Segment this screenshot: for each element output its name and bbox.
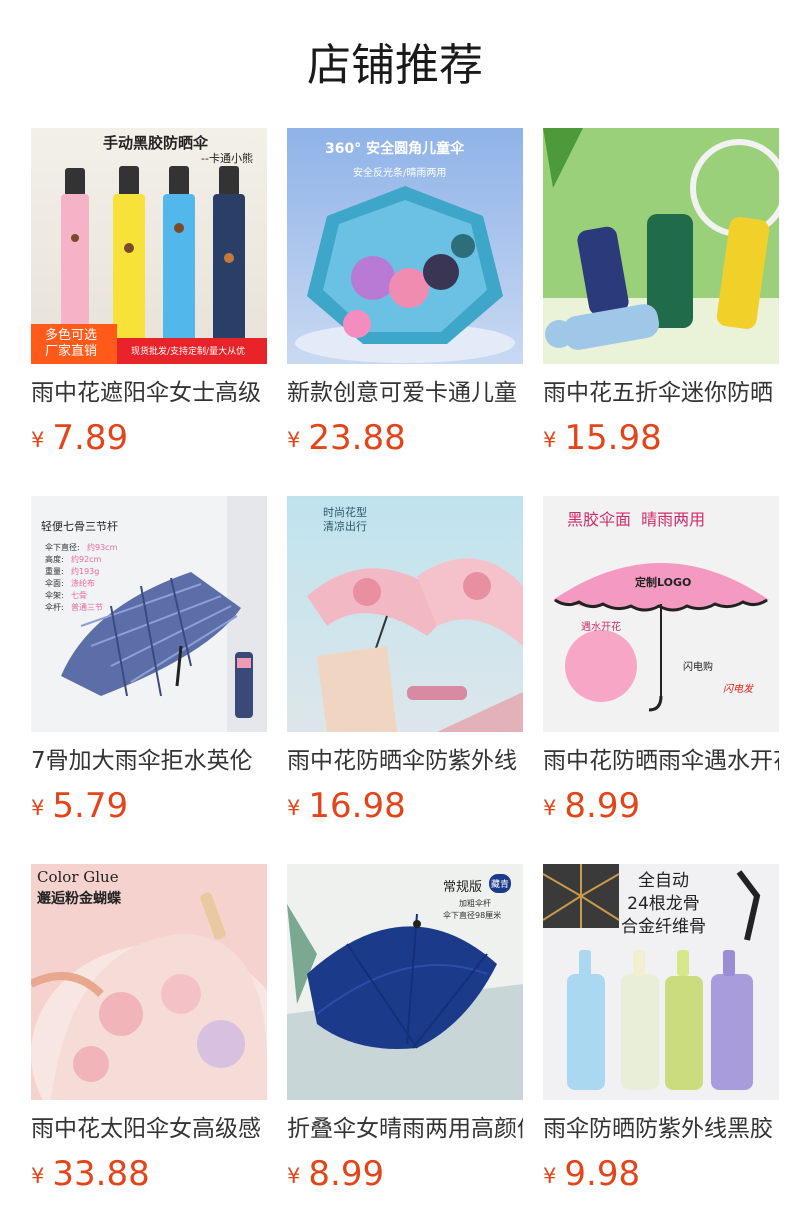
price-value: 33.88 <box>52 1154 150 1194</box>
currency-symbol: ¥ <box>287 428 301 452</box>
image-badge: 多色可选 厂家直销 <box>45 328 98 359</box>
product-name[interactable]: 雨中花太阳伞女高级感 <box>31 1114 267 1144</box>
product-image[interactable]: 360° 安全圆角儿童伞 安全反光条/晴雨两用 <box>287 128 523 364</box>
product-price: ¥8.99 <box>287 1154 523 1200</box>
price-value: 8.99 <box>564 786 641 826</box>
currency-symbol: ¥ <box>31 428 45 452</box>
price-value: 23.88 <box>308 418 406 458</box>
image-label: 闪电购 <box>683 662 713 673</box>
product-name[interactable]: 折叠伞女晴雨两用高颜值 <box>287 1114 523 1144</box>
product-image[interactable]: 手动黑胶防晒伞 --卡通小熊 多色可选 厂家直销 现货批发/支持定制/量大从优 <box>31 128 267 364</box>
product-name[interactable]: 雨中花防晒雨伞遇水开花 <box>543 746 779 776</box>
product-image[interactable] <box>543 128 779 364</box>
image-subtitle: 邂逅粉金蝴蝶 <box>37 891 121 907</box>
product-name[interactable]: 雨中花五折伞迷你防晒 <box>543 378 779 408</box>
image-spec-value: 约193g <box>71 567 100 576</box>
product-card[interactable]: 360° 安全圆角儿童伞 安全反光条/晴雨两用 新款创意可爱卡通儿童 ¥23.8… <box>287 128 523 464</box>
image-spec-value: 约93cm <box>87 543 118 552</box>
image-title: 全自动 24根龙骨 合金纤维骨 <box>621 871 706 937</box>
price-value: 9.98 <box>564 1154 641 1194</box>
product-price: ¥7.89 <box>31 418 267 464</box>
image-spec-value: 七骨 <box>71 591 87 600</box>
product-price: ¥9.98 <box>543 1154 779 1200</box>
product-card[interactable]: Color Glue 邂逅粉金蝴蝶 雨中花太阳伞女高级感 ¥33.88 <box>31 864 267 1200</box>
product-price: ¥23.88 <box>287 418 523 464</box>
image-spec-label: 高度: <box>45 555 64 564</box>
image-title: 手动黑胶防晒伞 <box>103 134 209 152</box>
image-title: 时尚花型 清凉出行 <box>323 506 367 533</box>
currency-symbol: ¥ <box>287 796 301 820</box>
currency-symbol: ¥ <box>287 1164 301 1188</box>
currency-symbol: ¥ <box>31 796 45 820</box>
image-spec-value: 普通三节 <box>71 603 103 612</box>
product-name[interactable]: 雨中花遮阳伞女士高级 <box>31 378 267 408</box>
currency-symbol: ¥ <box>543 1164 557 1188</box>
price-value: 15.98 <box>564 418 662 458</box>
image-spec-label: 伞架: <box>45 591 64 600</box>
image-subtitle: 安全反光条/晴雨两用 <box>353 168 447 179</box>
product-card[interactable]: 雨中花五折伞迷你防晒 ¥15.98 <box>543 128 779 464</box>
product-price: ¥16.98 <box>287 786 523 832</box>
image-spec-value: 涤纶布 <box>71 579 95 588</box>
image-logo: 定制LOGO <box>635 576 692 589</box>
image-title: 轻便七骨三节杆 <box>41 520 118 533</box>
product-card[interactable]: 常规版 藏青 加粗伞杆 伞下直径98厘米 折叠伞女晴雨两用高颜值 ¥8.99 <box>287 864 523 1200</box>
product-image[interactable]: Color Glue 邂逅粉金蝴蝶 <box>31 864 267 1100</box>
product-card[interactable]: 手动黑胶防晒伞 --卡通小熊 多色可选 厂家直销 现货批发/支持定制/量大从优 … <box>31 128 267 464</box>
product-price: ¥33.88 <box>31 1154 267 1200</box>
product-name[interactable]: 雨伞防晒防紫外线黑胶 <box>543 1114 779 1144</box>
image-title: 常规版 <box>443 880 483 895</box>
product-card[interactable]: 全自动 24根龙骨 合金纤维骨 雨伞防晒防紫外线黑胶 ¥9.98 <box>543 864 779 1200</box>
image-title: 黑胶伞面 晴雨两用 <box>567 510 706 529</box>
image-spec-label: 伞下直径: <box>45 543 80 552</box>
image-label: 遇水开花 <box>581 622 621 633</box>
image-subtitle: --卡通小熊 <box>201 152 253 165</box>
currency-symbol: ¥ <box>543 796 557 820</box>
product-image[interactable]: 时尚花型 清凉出行 <box>287 496 523 732</box>
image-spec-label: 伞面: <box>45 579 64 588</box>
product-card[interactable]: 轻便七骨三节杆 伞下直径: 约93cm 高度: 约92cm 重量: 约193g … <box>31 496 267 832</box>
image-line: 加粗伞杆 <box>459 899 491 908</box>
product-price: ¥5.79 <box>31 786 267 832</box>
image-label: 闪电发 <box>723 684 753 695</box>
product-image[interactable]: 轻便七骨三节杆 伞下直径: 约93cm 高度: 约92cm 重量: 约193g … <box>31 496 267 732</box>
product-card[interactable]: 黑胶伞面 晴雨两用 定制LOGO 遇水开花 闪电购 闪电发 雨中花防晒雨伞遇水开… <box>543 496 779 832</box>
image-title: Color Glue <box>37 868 119 886</box>
image-line: 伞下直径98厘米 <box>443 911 502 920</box>
product-image[interactable]: 黑胶伞面 晴雨两用 定制LOGO 遇水开花 闪电购 闪电发 <box>543 496 779 732</box>
product-name[interactable]: 雨中花防晒伞防紫外线 <box>287 746 523 776</box>
product-price: ¥8.99 <box>543 786 779 832</box>
image-title: 360° 安全圆角儿童伞 <box>325 141 465 157</box>
image-spec-value: 约92cm <box>71 555 102 564</box>
image-spec-label: 重量: <box>45 567 64 576</box>
currency-symbol: ¥ <box>31 1164 45 1188</box>
product-price: ¥15.98 <box>543 418 779 464</box>
product-name[interactable]: 7骨加大雨伞拒水英伦 <box>31 746 267 776</box>
product-card[interactable]: 时尚花型 清凉出行 雨中花防晒伞防紫外线 ¥16.98 <box>287 496 523 832</box>
price-value: 16.98 <box>308 786 406 826</box>
price-value: 5.79 <box>52 786 129 826</box>
product-name[interactable]: 新款创意可爱卡通儿童 <box>287 378 523 408</box>
image-seal: 藏青 <box>489 874 512 893</box>
currency-symbol: ¥ <box>543 428 557 452</box>
price-value: 8.99 <box>308 1154 385 1194</box>
product-image[interactable]: 常规版 藏青 加粗伞杆 伞下直径98厘米 <box>287 864 523 1100</box>
price-value: 7.89 <box>52 418 129 458</box>
image-bar: 现货批发/支持定制/量大从优 <box>131 347 246 357</box>
page-title: 店铺推荐 <box>307 40 483 91</box>
product-image[interactable]: 全自动 24根龙骨 合金纤维骨 <box>543 864 779 1100</box>
image-spec-label: 伞杆: <box>45 603 64 612</box>
